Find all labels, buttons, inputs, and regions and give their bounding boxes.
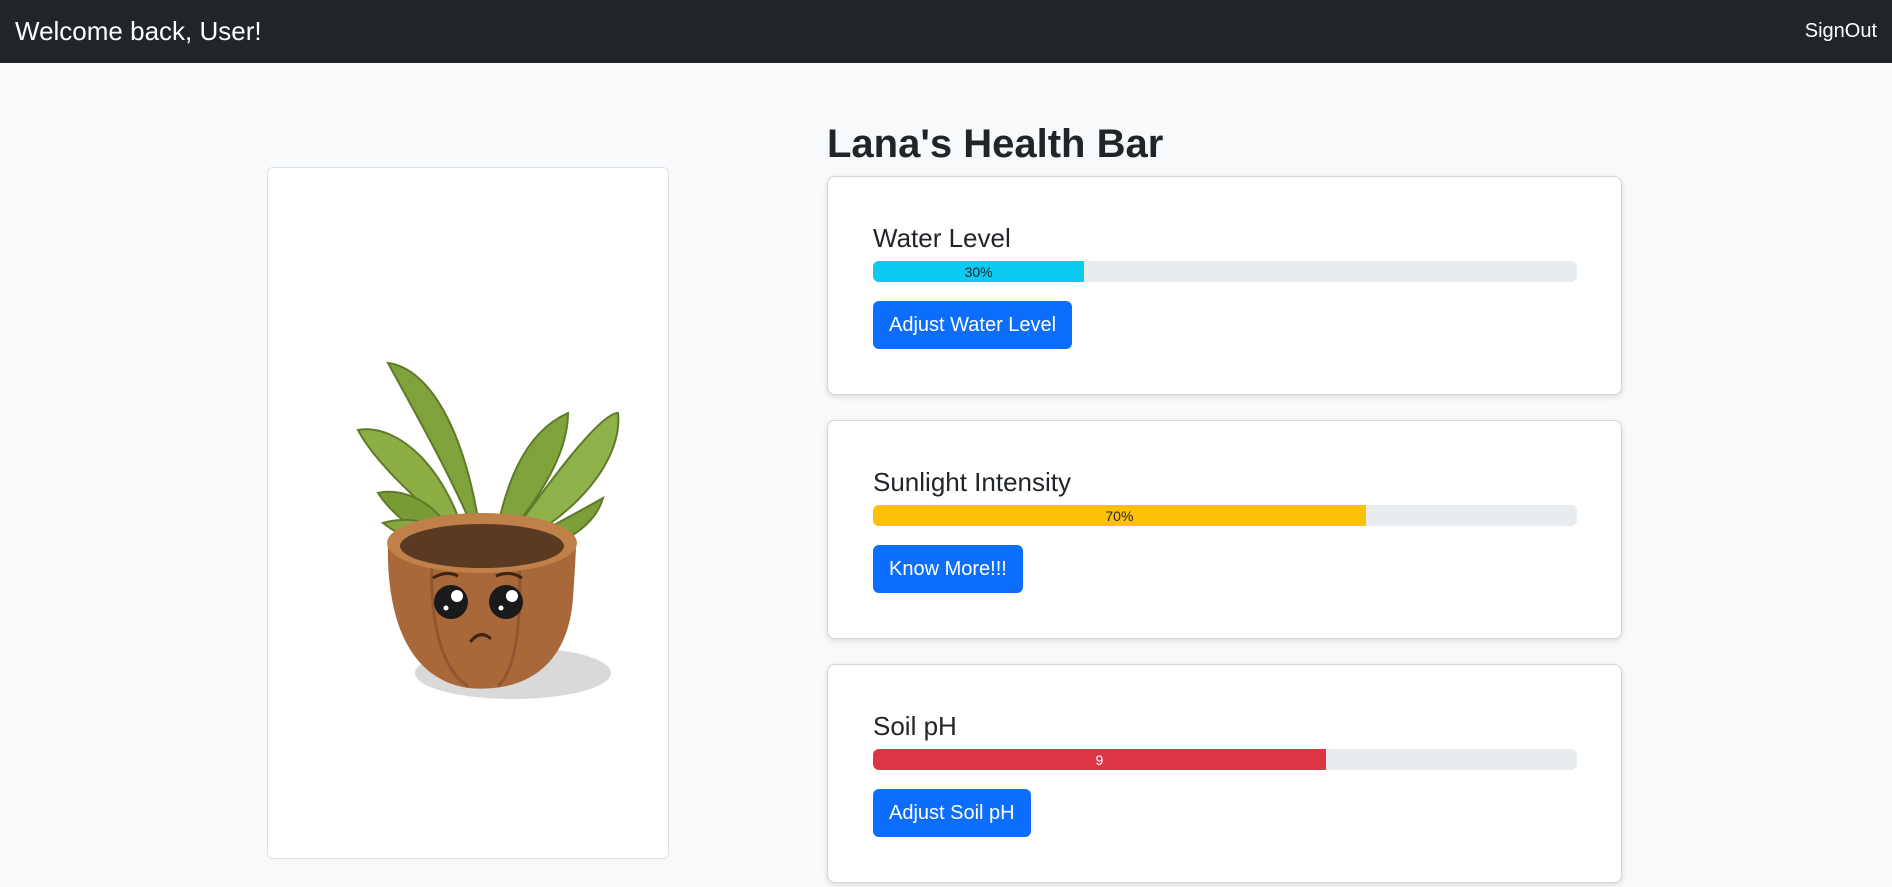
sad-potted-plant-icon — [356, 361, 620, 699]
soil-ph-progress: 9 — [873, 749, 1577, 770]
plant-image-card — [267, 167, 669, 859]
know-more-button[interactable]: Know More!!! — [873, 545, 1023, 593]
water-level-card: Water Level 30% Adjust Water Level — [827, 176, 1622, 395]
welcome-message: Welcome back, User! — [15, 16, 262, 46]
water-level-progress: 30% — [873, 261, 1577, 282]
soil-ph-title: Soil pH — [873, 711, 957, 741]
adjust-water-level-button[interactable]: Adjust Water Level — [873, 301, 1073, 349]
top-navbar: Welcome back, User! SignOut — [0, 0, 1892, 63]
adjust-soil-ph-button[interactable]: Adjust Soil pH — [873, 789, 1031, 837]
water-level-progress-bar: 30% — [873, 261, 1085, 282]
soil-ph-card: Soil pH 9 Adjust Soil pH — [827, 664, 1622, 883]
page-title: Lana's Health Bar — [827, 122, 1164, 166]
water-level-title: Water Level — [873, 223, 1011, 253]
sunlight-intensity-title: Sunlight Intensity — [873, 467, 1072, 497]
soil-ph-progress-bar: 9 — [873, 749, 1326, 770]
sunlight-intensity-progress-bar: 70% — [873, 505, 1366, 526]
sunlight-intensity-progress: 70% — [873, 505, 1577, 526]
sunlight-intensity-card: Sunlight Intensity 70% Know More!!! — [827, 420, 1622, 639]
signout-link[interactable]: SignOut — [1805, 20, 1877, 43]
